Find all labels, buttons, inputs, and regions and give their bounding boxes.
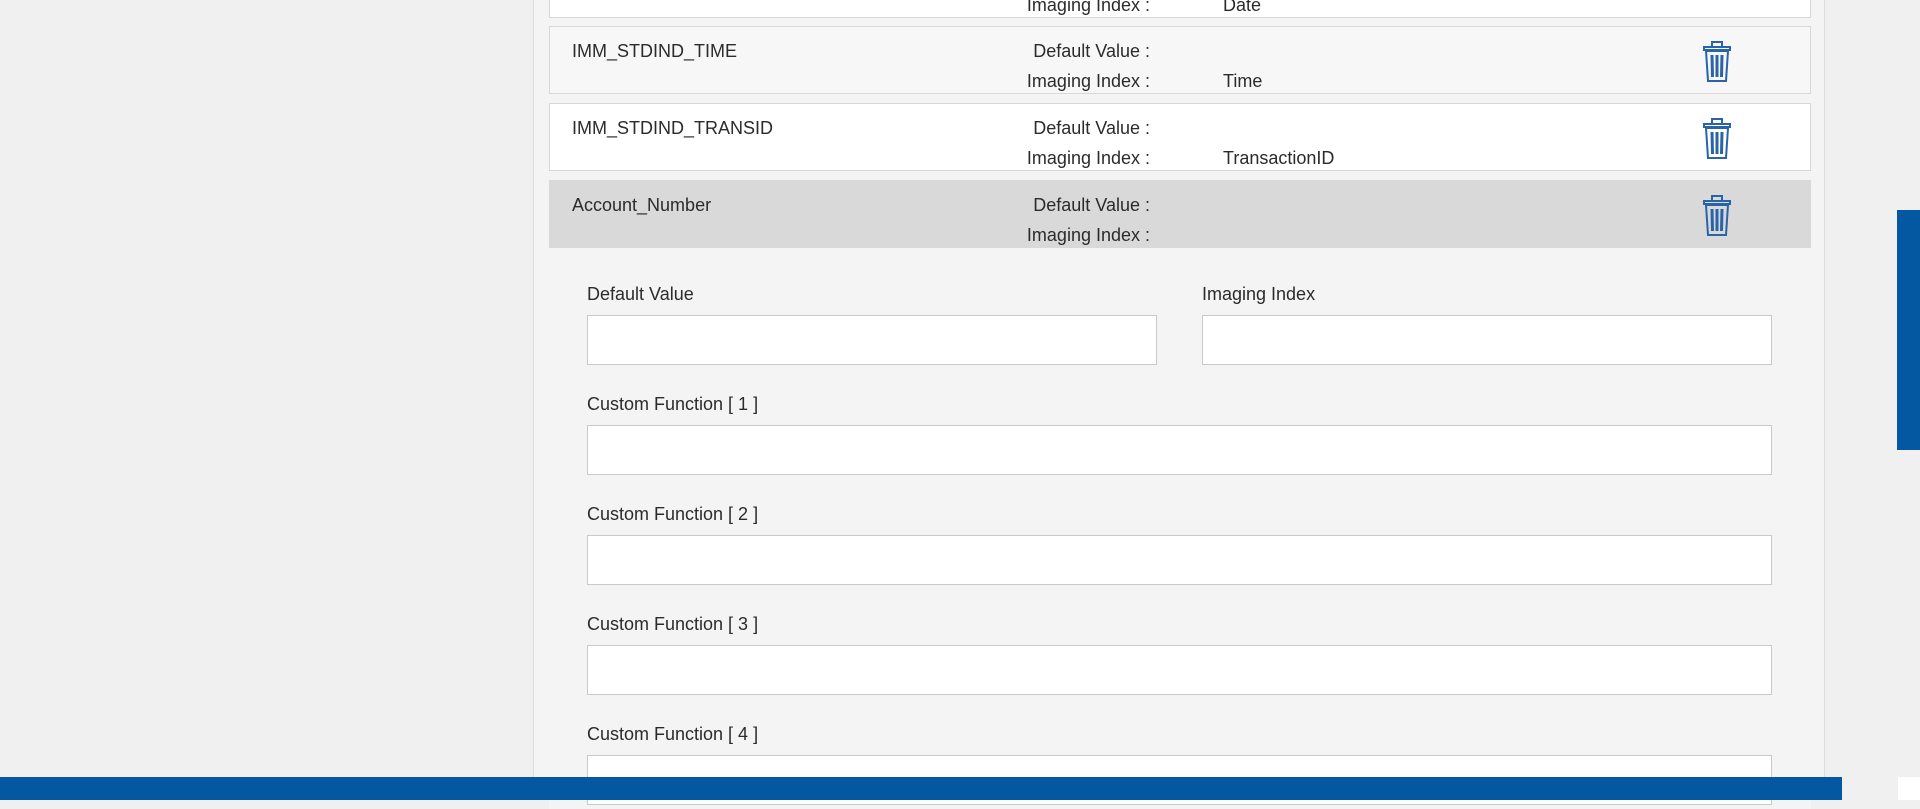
field-editor-form: Default Value Imaging Index Custom Funct… xyxy=(549,249,1811,809)
trash-icon[interactable] xyxy=(1700,118,1734,160)
field-name: IMM_STDIND_TRANSID xyxy=(572,118,774,138)
default-value-label: Default Value : xyxy=(1033,41,1150,61)
custom-function-1-input[interactable] xyxy=(587,425,1772,475)
custom-function-3-input[interactable] xyxy=(587,645,1772,695)
imaging-index-field-label: Imaging Index xyxy=(1202,284,1316,304)
imaging-index-value: TransactionID xyxy=(1223,148,1335,168)
custom-function-2-input[interactable] xyxy=(587,535,1772,585)
bottom-status-bar xyxy=(0,777,1842,800)
imaging-index-label: Imaging Index : xyxy=(1026,0,1150,15)
custom-function-1-label: Custom Function [ 1 ] xyxy=(587,394,759,414)
field-name: IMM_STDIND_TIME xyxy=(572,41,738,61)
custom-function-2-label: Custom Function [ 2 ] xyxy=(587,504,759,524)
custom-function-3-label: Custom Function [ 3 ] xyxy=(587,614,759,634)
trash-icon[interactable] xyxy=(1700,41,1734,83)
imaging-index-value: Date xyxy=(1223,0,1262,15)
default-value-input[interactable] xyxy=(587,315,1157,365)
trash-icon[interactable] xyxy=(1700,0,1734,1)
imaging-index-label: Imaging Index : xyxy=(1026,71,1150,91)
default-value-field-label: Default Value xyxy=(587,284,694,304)
field-name: Account_Number xyxy=(572,195,712,215)
trash-icon[interactable] xyxy=(1700,195,1734,237)
bottom-corner xyxy=(1898,777,1920,800)
default-value-label: Default Value : xyxy=(1033,118,1150,138)
imaging-index-label: Imaging Index : xyxy=(1026,225,1150,245)
field-row[interactable]: IMM_STDIND_TIME Default Value : Imaging … xyxy=(549,26,1811,94)
imaging-index-label: Imaging Index : xyxy=(1026,148,1150,168)
imaging-index-input[interactable] xyxy=(1202,315,1772,365)
custom-function-4-label: Custom Function [ 4 ] xyxy=(587,724,759,744)
imaging-index-value: Time xyxy=(1223,71,1263,91)
side-panel-tab[interactable] xyxy=(1897,210,1920,450)
default-value-label: Default Value : xyxy=(1033,195,1150,215)
field-row[interactable]: Imaging Index : Date xyxy=(549,0,1811,18)
field-row-active[interactable]: Account_Number Default Value : Imaging I… xyxy=(549,180,1811,248)
field-row[interactable]: IMM_STDIND_TRANSID Default Value : Imagi… xyxy=(549,103,1811,171)
